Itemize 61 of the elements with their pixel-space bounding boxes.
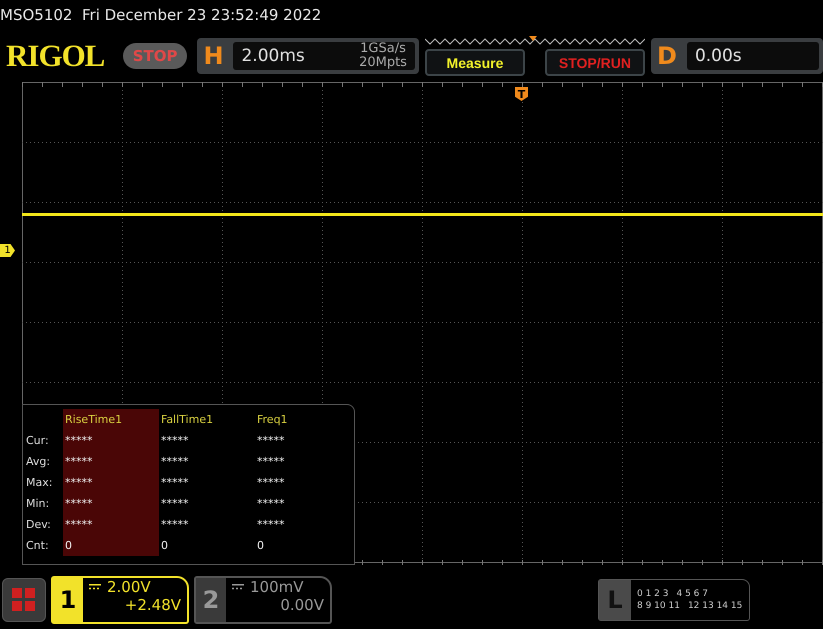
logic-channels: 0 1 2 3 [637,588,668,598]
table-cell: 0 [63,535,159,556]
brand-logo: RIGOL [6,38,106,74]
table-cell-text: 0 [160,538,169,554]
table-cell-text: ***** [160,433,190,449]
delay-label: D [656,42,678,70]
trigger-marker[interactable]: T [515,87,528,101]
table-cell-text: ***** [160,454,190,470]
table-cell: ***** [63,430,159,451]
logic-channels: 12 13 14 15 [688,600,742,610]
measure-button[interactable]: Measure [424,49,525,76]
channel-scale: 100mV [250,578,304,596]
dc-coupling-icon [89,584,101,590]
logic-channels: 4 5 6 7 [676,588,708,598]
logic-label: L [599,580,631,620]
dc-coupling-icon [232,584,244,590]
channel-offset: 0.00V [279,596,324,614]
column-header[interactable]: FallTime1 [159,409,255,430]
table-cell-text: ***** [256,496,286,512]
table-cell: ***** [63,451,159,472]
logic-channels: 8 9 10 11 [637,600,680,610]
column-header[interactable]: RiseTime1 [63,409,159,430]
table-cell: ***** [63,493,159,514]
logic-panel[interactable]: L 0 1 2 3 4 5 6 7 8 9 10 11 12 13 14 15 [598,578,750,620]
table-cell: ***** [63,472,159,493]
sample-rate: 1GSa/s [360,42,406,56]
memory-depth: 20Mpts [359,56,407,70]
date-time: Fri December 23 23:52:49 2022 [80,6,322,24]
table-cell-text: ***** [160,475,190,491]
grid-icon [12,588,36,612]
delay-panel[interactable]: D 0.00s [650,38,823,74]
channel-marker[interactable]: 1 [0,244,15,257]
run-state-badge: STOP [122,43,188,69]
delay-value: 0.00s [694,46,742,66]
table-cell-text: 0 [256,538,265,554]
horizontal-panel[interactable]: H 2.00ms 1GSa/s 20Mpts [197,38,419,74]
channel-panel[interactable]: 2 100mV 0.00V [194,576,332,624]
row-label: Max: [25,475,54,491]
table-cell-text: ***** [160,496,190,512]
stop-run-button[interactable]: STOP/RUN [544,49,645,76]
row-label: Min: [25,496,50,512]
table-cell-text: ***** [160,517,190,533]
channel-number: 1 [53,578,83,622]
row-label: Cur: [25,433,50,449]
table-cell-text: ***** [256,454,286,470]
menu-button[interactable] [2,578,46,622]
table-cell-text: ***** [256,517,286,533]
table-cell: ***** [63,514,159,535]
timebase-value: 2.00ms [241,46,305,66]
channel-offset: +2.48V [124,596,181,614]
row-label: Dev: [25,517,52,533]
channel-number: 2 [196,578,226,622]
model-name: MSO5102 [0,6,72,24]
horizontal-label: H [203,42,225,70]
column-header[interactable]: Freq1 [255,409,351,430]
table-cell-text: ***** [256,475,286,491]
channel-scale: 2.00V [107,578,151,596]
row-label: Avg: [25,454,52,470]
row-label: Cnt: [25,538,50,554]
table-cell-text: ***** [256,433,286,449]
channel-panel[interactable]: 1 2.00V +2.48V [51,576,189,624]
